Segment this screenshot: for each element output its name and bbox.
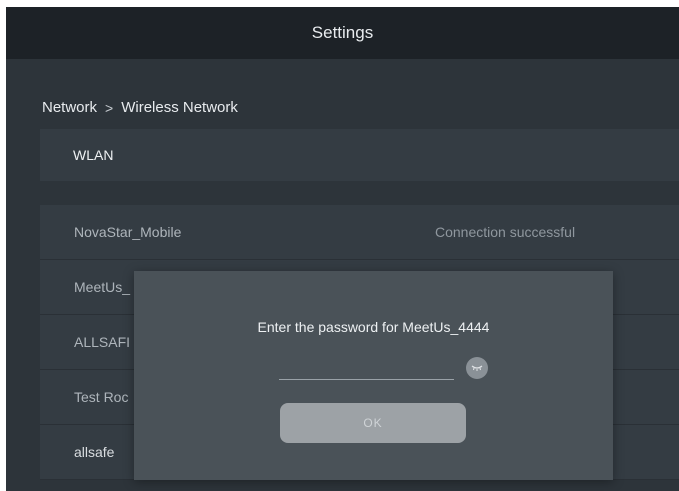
network-name: MeetUs_ — [74, 279, 131, 295]
breadcrumb: Network > Wireless Network — [42, 99, 238, 116]
connection-status: Connection successful — [435, 224, 576, 240]
network-name: Test Roc — [74, 389, 129, 405]
network-name: ALLSAFI — [74, 334, 131, 350]
eye-closed-icon[interactable] — [466, 357, 488, 379]
wlan-label: WLAN — [73, 147, 114, 163]
page-title: Settings — [311, 23, 374, 42]
breadcrumb-wireless-network: Wireless Network — [121, 99, 238, 116]
dialog-message: Enter the password for MeetUs_4444 — [257, 319, 490, 335]
ok-button[interactable]: OK — [280, 403, 466, 443]
network-name: NovaStar_Mobile — [74, 224, 182, 240]
top-bar: Settings — [6, 7, 679, 59]
network-name: allsafe — [74, 444, 115, 460]
breadcrumb-separator: > — [105, 99, 114, 116]
password-underline — [279, 379, 454, 380]
network-item-novastar-mobile[interactable]: NovaStar_Mobile Connection successful — [40, 205, 679, 260]
breadcrumb-network[interactable]: Network — [42, 99, 97, 116]
password-input[interactable] — [279, 357, 458, 381]
wlan-toggle-row[interactable]: WLAN — [40, 129, 679, 181]
settings-screen: Settings Network > Wireless Network WLAN… — [6, 7, 679, 491]
password-dialog: Enter the password for MeetUs_4444 OK — [134, 271, 613, 480]
